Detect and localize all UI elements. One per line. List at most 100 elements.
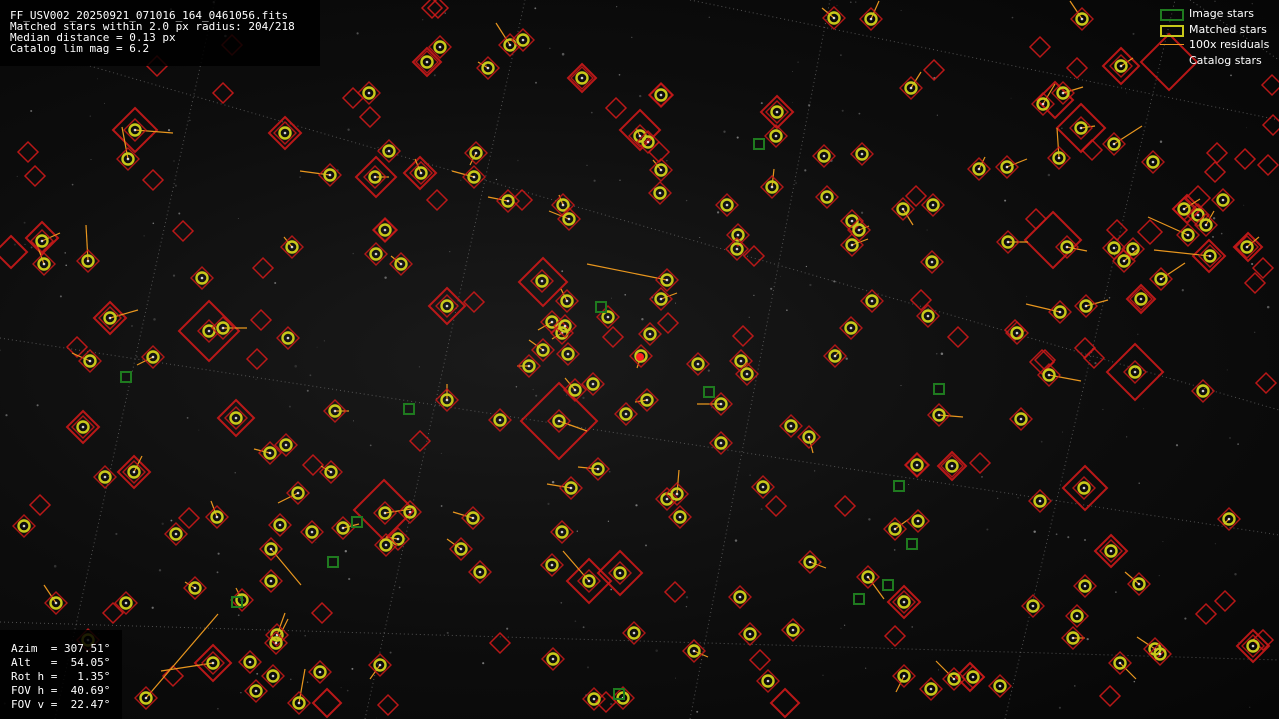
star-core [736,233,740,237]
background-star [639,94,642,98]
star-core [274,641,278,645]
star-core [850,243,854,247]
catalog-star-marker [731,324,755,348]
background-star [1004,199,1007,202]
background-star [608,470,611,473]
background-star [926,229,928,231]
catalog-star-marker [426,0,450,20]
background-star [809,283,812,287]
background-star [30,109,33,113]
star-core [850,219,854,223]
star-core [659,168,663,172]
background-star [1058,706,1061,709]
background-star [549,47,551,49]
background-star [865,667,867,669]
background-star [306,389,309,392]
background-star [936,353,938,355]
star-core [1151,160,1155,164]
background-star [734,539,738,542]
star-core [870,299,874,303]
background-star [398,586,401,589]
background-star [699,236,701,239]
background-star [748,316,750,318]
background-star [517,159,519,162]
star-core [902,600,906,604]
background-star [16,175,18,177]
calibration-info-panel: FF_USV002_20250921_071016_164_0461056.fi… [0,0,320,66]
catalog-star-marker [1080,138,1104,162]
background-star [779,275,781,277]
star-core [506,199,510,203]
star-core [445,398,449,402]
background-star [30,246,33,249]
background-star [158,569,162,572]
star-core [1118,661,1122,665]
star-core [592,697,596,701]
catalog-star-marker [245,347,269,371]
star-core [648,332,652,336]
background-star [641,318,644,321]
star-core [1041,102,1045,106]
star-core [408,510,412,514]
catalog-star-marker [462,290,486,314]
catalog-star-marker [310,601,334,625]
catalog-star-marker [251,256,275,280]
catalog-star-marker [1233,147,1257,171]
star-core [1006,240,1010,244]
azimuth-readout: Azim = 307.51° [11,642,111,655]
star-core [791,628,795,632]
fov-vertical-readout: FOV v = 22.47° [11,698,111,711]
image-star-marker [403,403,415,415]
background-star [237,614,240,617]
background-star [216,571,219,574]
background-star [822,674,824,676]
star-core [329,470,333,474]
star-core [284,443,288,447]
star-core [998,684,1002,688]
catalog-star-marker [1194,602,1218,626]
star-core [383,228,387,232]
star-core [618,571,622,575]
background-star [59,295,62,298]
star-core [268,451,272,455]
background-star [1237,641,1239,644]
background-star [346,689,349,692]
star-core [1057,156,1061,160]
star-core [561,203,565,207]
background-star [610,297,612,299]
star-core [725,203,729,207]
background-star [304,634,307,637]
background-star [482,662,485,665]
star-core [1084,304,1088,308]
background-star [351,667,354,670]
star-core [1196,213,1200,217]
background-star [1249,706,1251,708]
star-core [1031,604,1035,608]
background-star [618,73,621,76]
star-core [909,86,913,90]
star-core [1015,331,1019,335]
star-core [915,463,919,467]
background-star [855,1,857,3]
background-star [240,692,242,694]
star-core [550,320,554,324]
star-core [675,492,679,496]
catalog-star-marker [764,494,788,518]
star-core [659,297,663,301]
star-core [638,134,642,138]
star-core [1083,584,1087,588]
star-core [328,173,332,177]
star-core [126,157,130,161]
catalog-star-marker [65,335,89,359]
star-core [296,491,300,495]
background-star [1040,440,1043,443]
star-core [565,299,569,303]
catalog-star-marker [16,140,40,164]
star-core [419,171,423,175]
background-star [309,374,312,377]
background-star [1234,573,1237,576]
background-star [582,396,585,400]
star-core [378,663,382,667]
star-core [174,532,178,536]
star-core [869,17,873,21]
